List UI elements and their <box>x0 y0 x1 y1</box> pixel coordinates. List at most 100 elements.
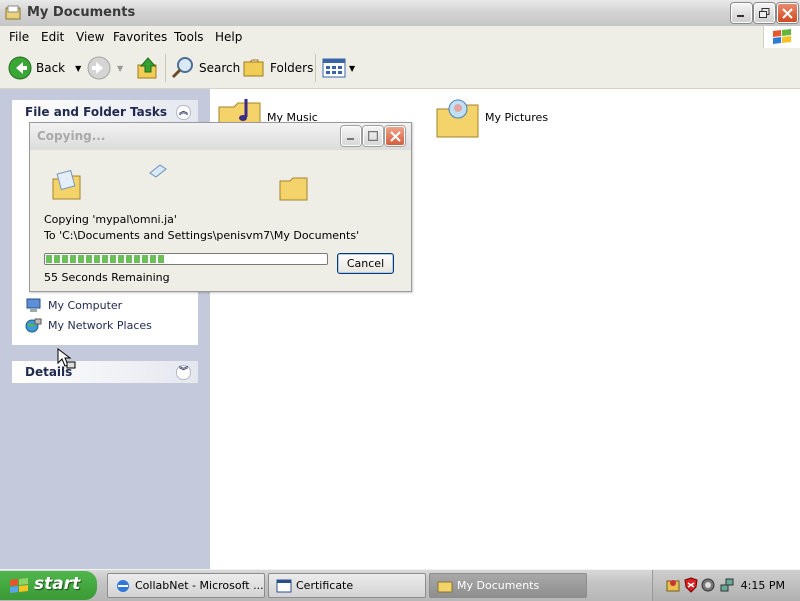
close-icon <box>389 130 401 142</box>
taskbar-item-collabnet[interactable]: CollabNet - Microsoft ... <box>107 573 265 598</box>
window-icon <box>276 579 292 592</box>
taskbar: start CollabNet - Microsoft ... Certific… <box>0 569 800 601</box>
progress-block <box>94 255 100 263</box>
flying-paper-icon <box>149 164 167 178</box>
folder-my-pictures-label: My Pictures <box>485 110 549 124</box>
views-grid-icon <box>322 58 346 78</box>
toolbar-separator <box>315 54 316 82</box>
progress-block <box>102 255 108 263</box>
progress-block <box>142 255 148 263</box>
window-title: My Documents <box>27 5 136 20</box>
progress-block <box>150 255 156 263</box>
busy-cursor-icon <box>57 348 76 369</box>
file-folder-tasks-header[interactable]: File and Folder Tasks ︽ <box>12 100 198 124</box>
network-connection-icon[interactable] <box>719 577 735 593</box>
progress-fill <box>46 255 326 263</box>
copy-progress-dialog: Copying... Copying 'mypal\omni.ja' To 'C… <box>29 122 412 292</box>
taskbar-item-certificate[interactable]: Certificate <box>268 573 426 598</box>
computer-icon <box>26 298 41 312</box>
toolbar-separator <box>165 54 166 82</box>
cancel-button[interactable]: Cancel <box>337 253 394 274</box>
progress-block <box>54 255 60 263</box>
progress-block <box>70 255 76 263</box>
minimize-button[interactable] <box>731 3 752 23</box>
taskbar-item-label: My Documents <box>457 579 540 592</box>
progress-block <box>78 255 84 263</box>
link-my-network-places-label: My Network Places <box>48 319 152 332</box>
progress-block <box>110 255 116 263</box>
forward-button[interactable]: ▼ <box>87 54 123 82</box>
folders-button[interactable]: Folders <box>242 54 313 82</box>
internet-explorer-icon <box>117 579 129 592</box>
forward-arrow-icon <box>87 56 111 80</box>
menu-favorites[interactable]: Favorites <box>113 30 167 44</box>
views-dropdown-icon: ▼ <box>349 63 356 73</box>
destination-folder-icon <box>279 177 308 201</box>
security-shield-icon[interactable] <box>683 577 699 593</box>
menu-edit[interactable]: Edit <box>41 30 64 44</box>
restore-icon <box>759 7 770 18</box>
menu-file[interactable]: File <box>9 30 29 44</box>
details-header[interactable]: Details ︾ <box>12 361 198 383</box>
dialog-title: Copying... <box>37 129 106 143</box>
progress-block <box>158 255 164 263</box>
progress-block <box>126 255 132 263</box>
copying-source-text: Copying 'mypal\omni.ja' <box>44 213 177 226</box>
dialog-maximize-button[interactable] <box>363 126 383 146</box>
windows-flag-icon <box>10 578 28 593</box>
progress-block <box>46 255 52 263</box>
back-arrow-icon <box>8 56 32 80</box>
views-button[interactable]: ▼ <box>322 54 355 82</box>
menu-tools[interactable]: Tools <box>174 30 204 44</box>
dialog-close-button[interactable] <box>385 126 405 146</box>
up-folder-button[interactable] <box>136 54 160 82</box>
maximize-button[interactable] <box>754 3 775 23</box>
taskbar-item-my-documents[interactable]: My Documents <box>429 573 587 598</box>
start-label: start <box>34 574 81 594</box>
menu-view[interactable]: View <box>76 30 104 44</box>
search-button[interactable]: Search <box>170 54 240 82</box>
toolbar: Back ▼ ▼ Search Folders ▼ <box>0 48 800 89</box>
forward-dropdown-icon[interactable]: ▼ <box>117 64 123 73</box>
details-panel: Details ︾ <box>12 361 198 383</box>
minimize-icon <box>737 14 744 17</box>
copying-destination-text: To 'C:\Documents and Settings\penisvm7\M… <box>44 229 360 242</box>
progress-block <box>118 255 124 263</box>
system-tray: 4:15 PM <box>652 570 800 601</box>
folders-icon <box>243 59 264 77</box>
network-globe-icon <box>25 318 42 333</box>
back-button[interactable]: Back ▼ <box>8 54 81 82</box>
progress-block <box>62 255 68 263</box>
window-titlebar[interactable]: My Documents <box>0 0 800 27</box>
folder-icon <box>437 581 453 592</box>
pictures-folder-icon <box>436 99 479 138</box>
link-my-computer[interactable]: My Computer <box>25 298 122 313</box>
maximize-icon <box>368 131 378 141</box>
close-icon <box>782 7 793 19</box>
tray-status-icon[interactable] <box>700 577 716 593</box>
link-my-network-places[interactable]: My Network Places <box>25 318 152 333</box>
close-button[interactable] <box>777 3 798 23</box>
minimize-icon <box>346 137 354 140</box>
dialog-titlebar[interactable]: Copying... <box>30 123 411 150</box>
folder-icon <box>5 5 21 20</box>
dialog-minimize-button[interactable] <box>341 126 361 146</box>
tray-app-icon[interactable] <box>665 577 681 593</box>
progress-block <box>134 255 140 263</box>
time-remaining-text: 55 Seconds Remaining <box>44 271 170 284</box>
back-dropdown-icon[interactable]: ▼ <box>75 64 81 73</box>
search-label: Search <box>199 61 241 75</box>
menu-bar: File Edit View Favorites Tools Help <box>0 26 800 49</box>
up-folder-icon <box>137 57 157 79</box>
menu-help[interactable]: Help <box>215 30 242 44</box>
folder-my-pictures[interactable]: My Pictures <box>434 95 548 139</box>
taskbar-item-label: CollabNet - Microsoft ... <box>135 579 264 592</box>
start-button[interactable]: start <box>0 571 97 600</box>
taskbar-item-label: Certificate <box>296 579 354 592</box>
taskbar-clock[interactable]: 4:15 PM <box>741 579 785 592</box>
progress-block <box>86 255 92 263</box>
folders-label: Folders <box>270 61 314 75</box>
collapse-chevron-icon[interactable]: ︽ <box>176 105 191 120</box>
expand-chevron-icon[interactable]: ︾ <box>176 365 191 380</box>
link-my-computer-label: My Computer <box>48 299 123 312</box>
